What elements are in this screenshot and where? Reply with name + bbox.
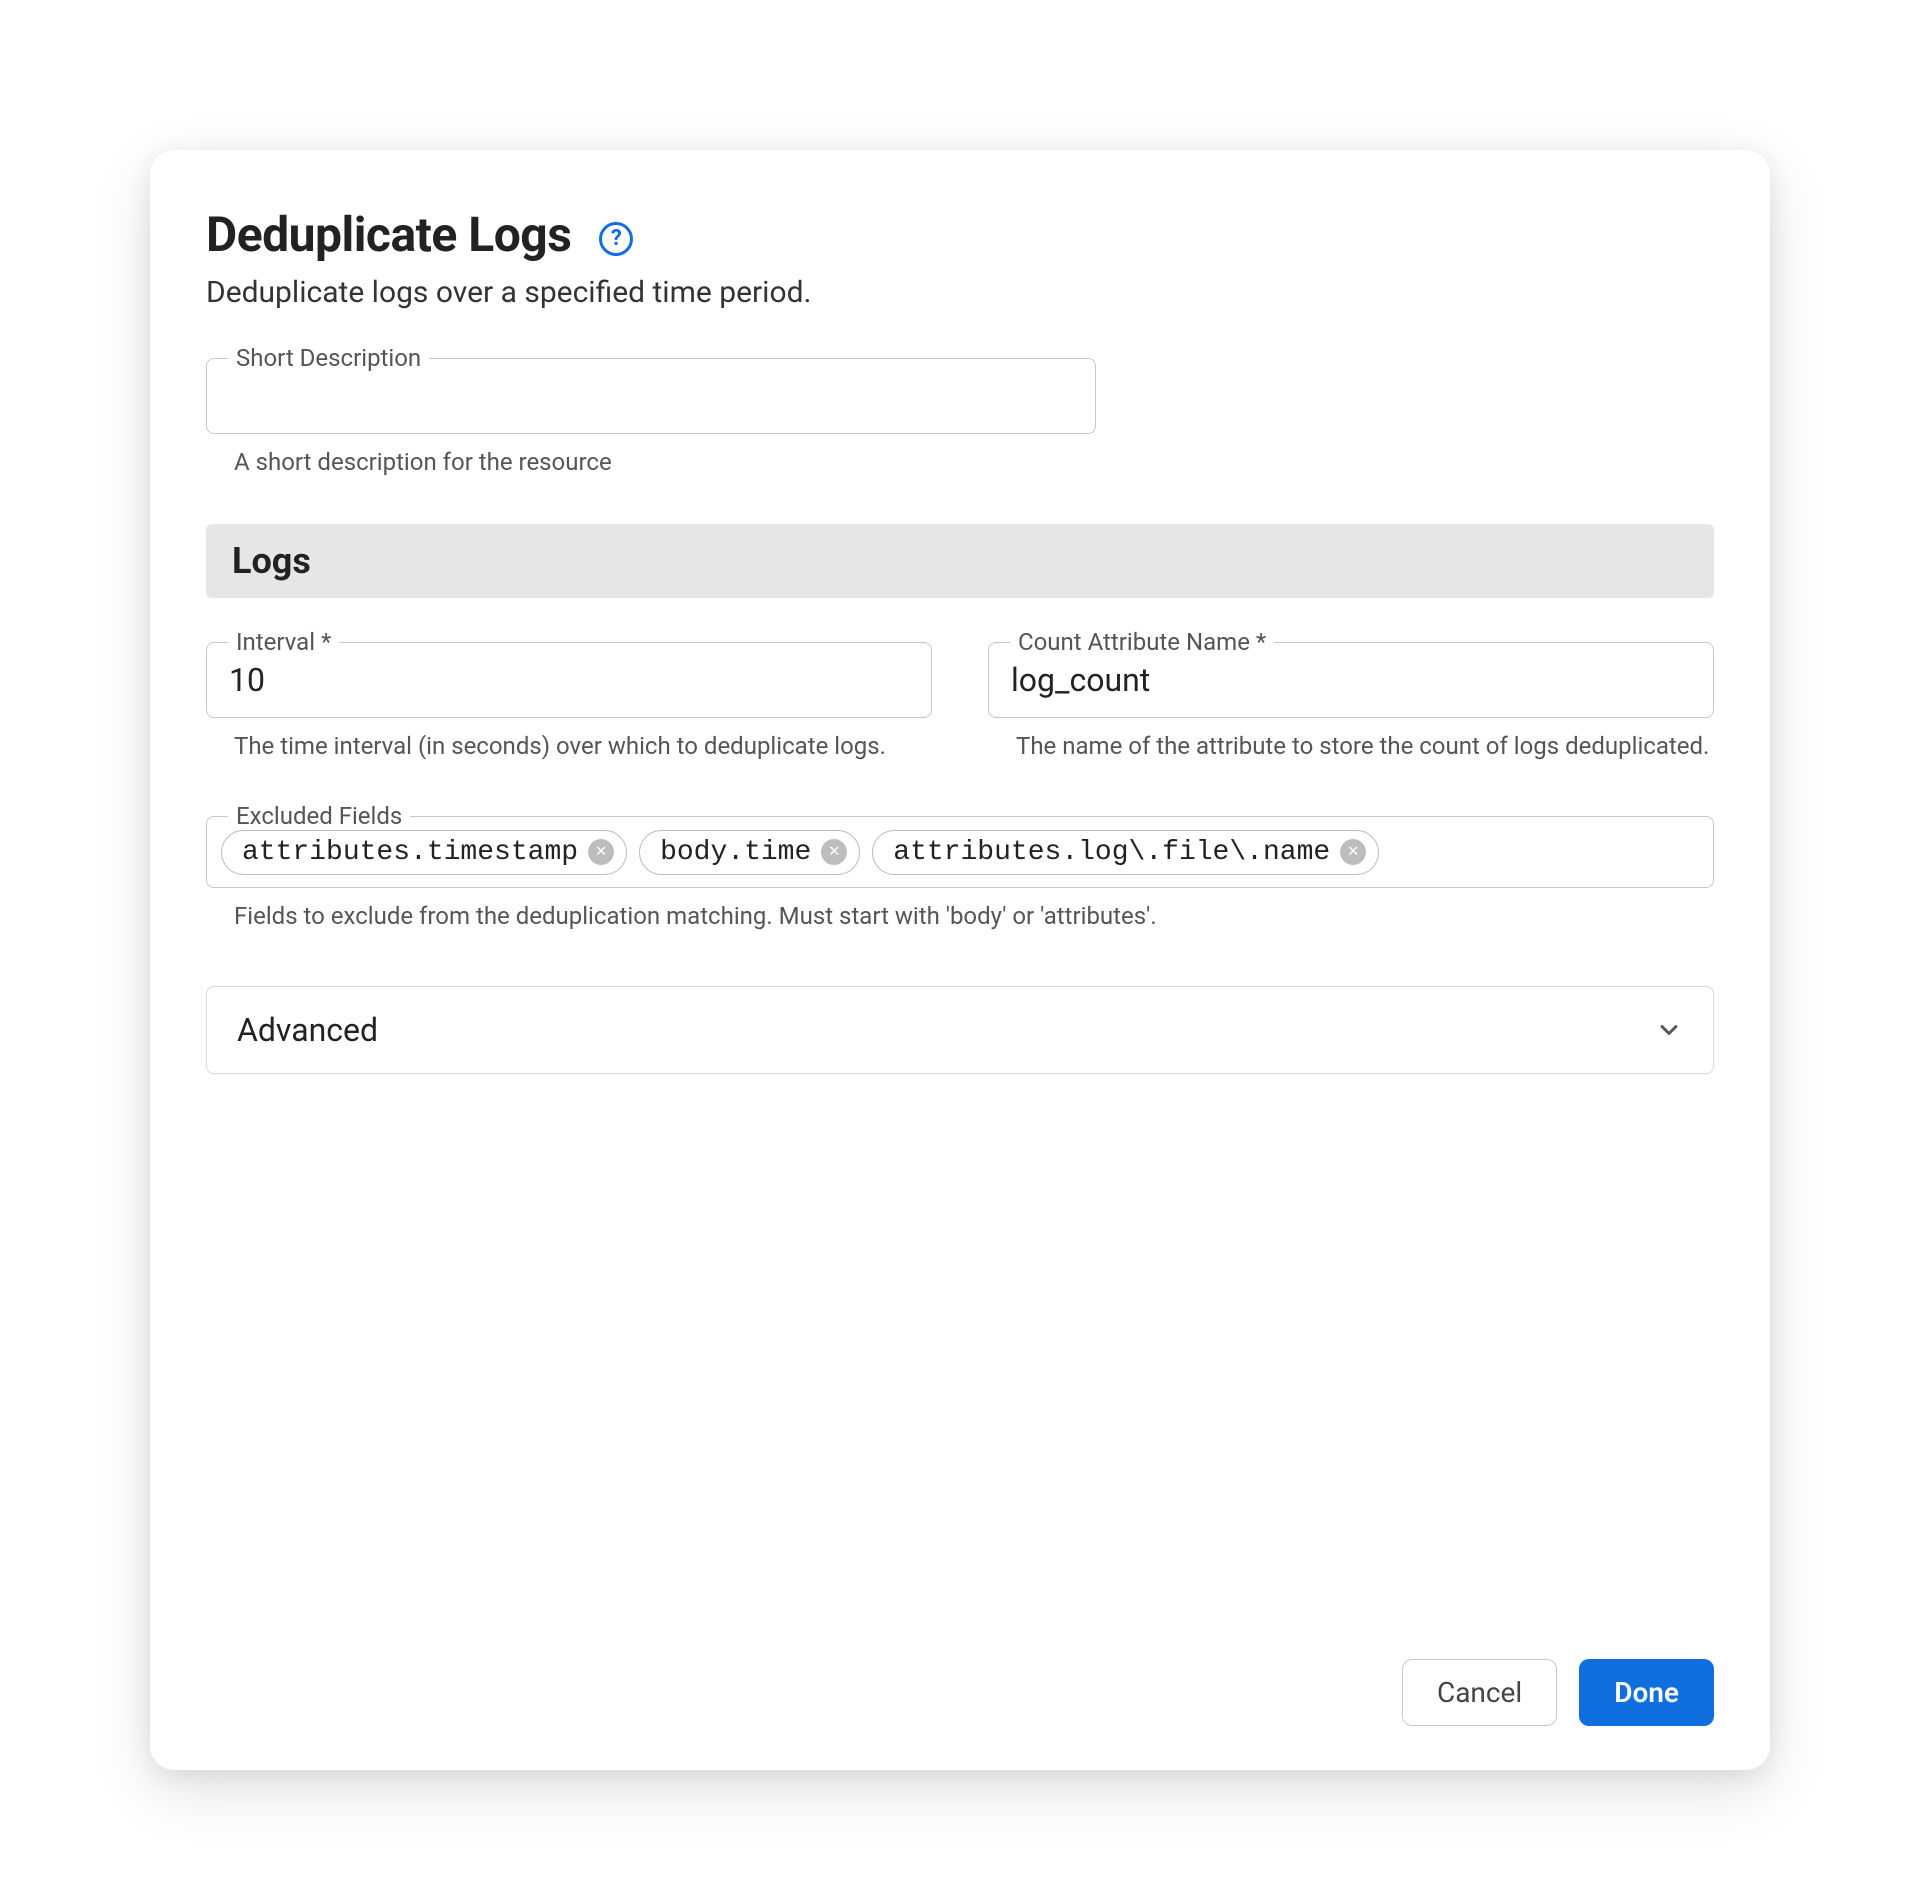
dialog-footer: Cancel Done [206,1619,1714,1726]
excluded-field-chip: attributes.log\.file\.name ✕ [872,830,1379,875]
excluded-fields-label: Excluded Fields [228,802,410,830]
chip-text: attributes.timestamp [242,837,578,868]
section-logs-title: Logs [232,540,1688,582]
interval-label: Interval * [228,628,339,656]
count-attr-helper: The name of the attribute to store the c… [1016,732,1714,760]
chevron-down-icon [1655,1016,1683,1044]
short-description-helper: A short description for the resource [234,448,1714,476]
close-icon[interactable]: ✕ [821,839,847,865]
excluded-fields-helper: Fields to exclude from the deduplication… [234,902,1714,930]
chip-text: body.time [660,837,811,868]
cancel-button[interactable]: Cancel [1402,1659,1557,1726]
short-description-label: Short Description [228,344,429,372]
close-icon[interactable]: ✕ [588,839,614,865]
logs-fields-row: Interval * The time interval (in seconds… [206,642,1714,760]
chip-text: attributes.log\.file\.name [893,837,1330,868]
excluded-field-chip: body.time ✕ [639,830,860,875]
excluded-fields-field: Excluded Fields attributes.timestamp✕bod… [206,816,1714,888]
dialog-title: Deduplicate Logs [206,206,571,263]
dialog-card: Deduplicate Logs ? Deduplicate logs over… [150,150,1770,1770]
close-icon[interactable]: ✕ [1340,839,1366,865]
count-attr-label: Count Attribute Name * [1010,628,1274,656]
help-icon[interactable]: ? [599,222,633,256]
count-attr-field: Count Attribute Name * [988,642,1714,718]
excluded-fields-input[interactable]: attributes.timestamp✕body.time✕attribute… [206,816,1714,888]
advanced-accordion[interactable]: Advanced [206,986,1714,1074]
interval-helper: The time interval (in seconds) over whic… [234,732,932,760]
dialog-subtitle: Deduplicate logs over a specified time p… [206,275,1714,310]
excluded-field-chip: attributes.timestamp ✕ [221,830,627,875]
interval-col: Interval * The time interval (in seconds… [206,642,932,760]
advanced-label: Advanced [237,1011,378,1049]
done-button[interactable]: Done [1579,1659,1714,1726]
section-logs-bar: Logs [206,524,1714,598]
count-attr-col: Count Attribute Name * The name of the a… [988,642,1714,760]
dialog-header: Deduplicate Logs ? [206,206,1714,263]
interval-field: Interval * [206,642,932,718]
short-description-field: Short Description [206,358,1096,434]
